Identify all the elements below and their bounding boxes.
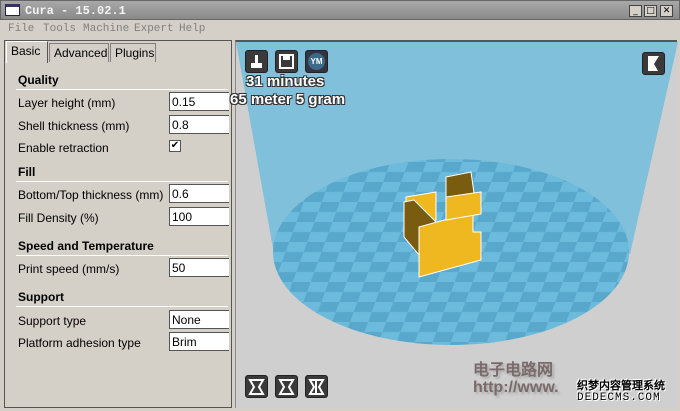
print-speed-label: Print speed (mm/s) — [18, 262, 120, 276]
scale-tool-button[interactable] — [275, 375, 298, 398]
watermark: http://www. — [473, 379, 559, 396]
load-model-button[interactable] — [245, 50, 268, 73]
window-title: Cura - 15.02.1 — [25, 4, 126, 18]
bottom-top-label: Bottom/Top thickness (mm) — [18, 188, 164, 202]
menu-tools[interactable]: Tools — [43, 23, 76, 35]
shell-thickness-label: Shell thickness (mm) — [18, 119, 130, 133]
view-mode-icon — [648, 56, 659, 71]
app-icon — [5, 4, 20, 16]
material-usage: 65 meter 5 gram — [230, 91, 346, 108]
watermark: 织梦内容管理系统 — [577, 380, 665, 392]
maximize-button[interactable]: □ — [644, 5, 657, 17]
layer-height-input[interactable]: 0.15 — [169, 92, 229, 111]
support-type-select[interactable]: None — [169, 310, 229, 329]
save-gcode-button[interactable] — [275, 50, 298, 73]
title-bar: Cura - 15.02.1 _ □ ✕ — [0, 0, 680, 20]
section-speed: Speed and Temperature — [18, 239, 154, 253]
menu-expert[interactable]: Expert — [134, 23, 174, 35]
scale-icon — [278, 379, 295, 395]
print-speed-input[interactable]: 50 — [169, 258, 229, 277]
tab-basic[interactable]: Basic — [6, 41, 48, 63]
youmagine-button[interactable]: YM — [305, 50, 328, 73]
section-support: Support — [18, 290, 64, 304]
retraction-label: Enable retraction — [18, 141, 109, 155]
divider — [16, 255, 228, 256]
menu-file[interactable]: File — [8, 23, 34, 35]
watermark: 电子电路网 — [473, 362, 554, 379]
adhesion-select[interactable]: Brim — [169, 332, 229, 351]
tab-advanced[interactable]: Advanced — [49, 43, 109, 62]
ym-icon: YM — [308, 53, 325, 70]
load-model-icon — [251, 55, 262, 68]
tab-plugins[interactable]: Plugins — [110, 43, 156, 62]
menu-help[interactable]: Help — [179, 23, 205, 35]
layer-height-label: Layer height (mm) — [18, 96, 116, 110]
bottom-top-input[interactable]: 0.6 — [169, 184, 229, 203]
divider — [16, 181, 228, 182]
minimize-button[interactable]: _ — [629, 5, 642, 17]
section-fill: Fill — [18, 165, 36, 179]
print-time: 31 minutes — [246, 73, 325, 90]
view-mode-button[interactable] — [642, 52, 665, 75]
divider — [16, 306, 228, 307]
close-button[interactable]: ✕ — [660, 5, 673, 17]
menu-bar: File Tools Machine Expert Help — [0, 20, 680, 38]
fill-density-label: Fill Density (%) — [18, 211, 99, 225]
rotate-tool-button[interactable] — [245, 375, 268, 398]
fill-density-input[interactable]: 100 — [169, 207, 229, 226]
retraction-checkbox[interactable]: ✔ — [169, 140, 181, 152]
divider — [16, 89, 228, 90]
3d-viewport[interactable]: YM 31 minutes 65 meter 5 gram — [230, 40, 678, 408]
adhesion-label: Platform adhesion type — [18, 336, 141, 350]
section-quality: Quality — [18, 73, 59, 87]
watermark: DEDECMS.COM — [577, 392, 661, 404]
save-icon — [279, 54, 294, 69]
support-type-label: Support type — [18, 314, 87, 328]
shell-thickness-input[interactable]: 0.8 — [169, 115, 229, 134]
mirror-tool-button[interactable] — [305, 375, 328, 398]
rotate-icon — [248, 379, 265, 395]
menu-machine[interactable]: Machine — [83, 23, 129, 35]
mirror-icon — [308, 379, 325, 395]
